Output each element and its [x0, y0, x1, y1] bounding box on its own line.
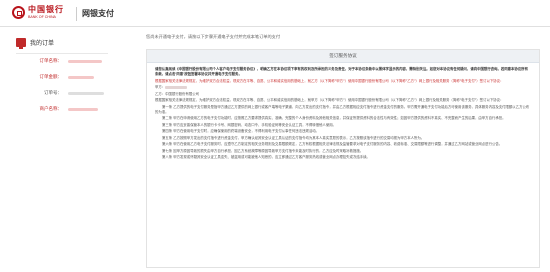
order-number-label: 订单号：: [44, 91, 62, 96]
agreement-text: 请您认真阅读《中国银行股份有限公司个人客户电子支付服务协议》，明确乙方在本协议项…: [147, 63, 539, 166]
agreement-clause: 第四条 甲方在使用电子支付时，应确保使用的终端设备安全，不得利用电子支付从事任何…: [162, 129, 320, 133]
bank-logo-mark-icon: [12, 6, 25, 19]
order-amount-label: 订单金额：: [39, 75, 63, 80]
app-title: 网银支付: [82, 9, 114, 18]
order-amount-value-redacted: [68, 76, 94, 79]
main-content: 您尚未开通电子支付，请按以下步骤开通电子支付并完成本笔订单的支付 签订服务协议 …: [146, 34, 540, 268]
agreement-clause: 第五条 乙方按照甲方发出的支付指令进行资金支付，甲方确认经其安全认证工具认证的支…: [162, 135, 425, 140]
agreement-party-a: 甲方：: [155, 85, 531, 90]
monitor-icon: [16, 38, 26, 49]
agreement-clause: 第七条 因甲方原因导致的损失由甲方自行承担，因乙方系统故障等原因导致甲方支付指令…: [162, 148, 364, 153]
order-sidebar: 我的订单 订单名称： 订单金额： 订单号： 商户名称：: [16, 36, 108, 118]
agreement-clause: 第二条 甲方在申请使用乙方的电子支付功能时，应按照乙方要求提供真实、准确、完整的…: [162, 116, 506, 120]
bank-name-cn: 中国银行: [28, 4, 64, 14]
top-bar: 中国银行 BANK OF CHINA 网银支付: [0, 0, 550, 27]
agreement-panel-title: 签订服务协议: [147, 50, 539, 63]
merchant-name-row: 商户名称：: [16, 105, 108, 118]
order-number-row: 订单号：: [16, 89, 108, 102]
agreement-clause: 第八条 甲方发现或怀疑其安全认证工具遗失、被盗用或可能被他人知悉的，应立即通过乙…: [162, 155, 370, 159]
order-header: 我的订单: [16, 36, 108, 54]
agreement-notice: 根据国家相关法律法规规定，为维护双方合法权益，现双方在平等、自愿、公平和诚实信用…: [155, 78, 504, 83]
bank-logo: 中国银行 BANK OF CHINA: [12, 4, 74, 24]
agreement-party-b: 乙方：中国银行股份有限公司: [155, 91, 200, 96]
setup-hint: 您尚未开通电子支付，请按以下步骤开通电子支付并完成本笔订单的支付: [146, 34, 281, 39]
agreement-intro: 请您认真阅读《中国银行股份有限公司个人客户电子支付服务协议》，明确乙方在本协议项…: [155, 67, 528, 76]
party-a-name-redacted: [165, 85, 188, 89]
order-title: 我的订单: [30, 40, 55, 47]
agreement-preamble: 根据国家相关法律法规规定，为维护双方合法权益，现双方在平等、自愿、公平和诚实信用…: [155, 98, 504, 102]
order-amount-row: 订单金额：: [16, 73, 108, 86]
merchant-name-label: 商户名称：: [39, 107, 63, 112]
agreement-clause: 第三条 甲方应妥善保管本人的银行卡卡号、网银密码、动态口令、手机验证码等安全认证…: [162, 122, 336, 127]
order-number-value-redacted: [68, 92, 104, 95]
agreement-clause: 第一条 乙方提供的电子支付服务是指甲方通过乙方提供的网上银行或客户端等电子渠道，…: [155, 104, 530, 114]
order-name-row: 订单名称：: [16, 57, 108, 70]
agreement-clause: 第六条 甲方在使用乙方电子支付服务时，应遵守乙方制定的相关业务规则及交易限额规定…: [162, 142, 503, 146]
order-name-label: 订单名称：: [39, 59, 63, 64]
agreement-panel[interactable]: 签订服务协议 请您认真阅读《中国银行股份有限公司个人客户电子支付服务协议》，明确…: [146, 49, 540, 268]
merchant-name-value-redacted: [68, 108, 98, 111]
header-divider: [76, 7, 77, 21]
order-name-value-redacted: [68, 60, 102, 63]
bank-name-en: BANK OF CHINA: [28, 15, 56, 19]
